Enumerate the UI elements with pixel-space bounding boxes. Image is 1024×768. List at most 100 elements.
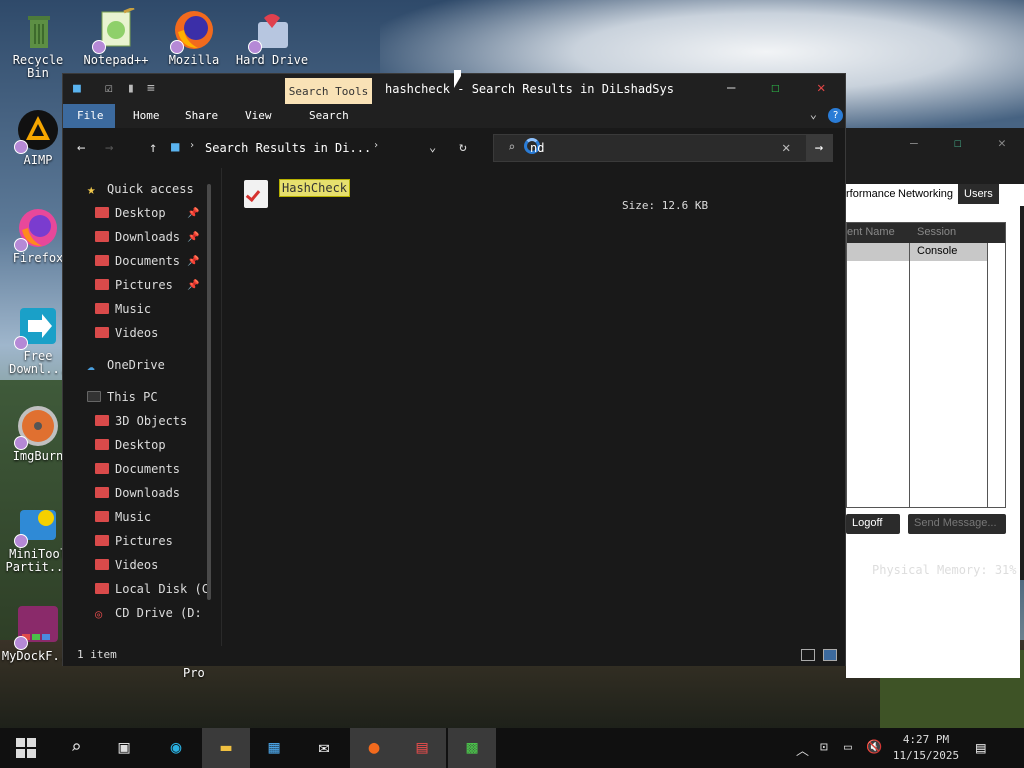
star-icon: ★ xyxy=(87,182,96,198)
tab-view[interactable]: View xyxy=(245,109,272,122)
cloud-icon: ☁ xyxy=(87,359,95,374)
task-manager-window[interactable]: — ☐ ✕ rformance Networking Users ent Nam… xyxy=(846,128,1024,678)
column-session[interactable]: Session xyxy=(917,226,956,238)
tab-performance[interactable]: rformance xyxy=(846,188,896,200)
desktop-icon-mozilla[interactable]: Mozilla xyxy=(156,8,232,67)
taskbar-clock[interactable]: 4:27 PM 11/15/2025 xyxy=(890,732,962,764)
search-tools-context-tab[interactable]: Search Tools xyxy=(285,78,372,104)
microsoft-store-icon[interactable]: ▦ xyxy=(250,728,298,768)
search-input[interactable]: ⌕ nd ✕ → xyxy=(493,134,833,162)
nav-item-downloads[interactable]: Downloads xyxy=(95,486,180,506)
volume-muted-icon[interactable]: 🔇 xyxy=(866,740,882,755)
minitool-partition-icon xyxy=(14,502,60,548)
file-explorer-taskbar-icon[interactable]: ▬ xyxy=(202,728,250,768)
large-icons-view-icon[interactable] xyxy=(823,649,837,661)
edge-browser-icon[interactable]: ◉ xyxy=(152,728,200,768)
new-folder-quick-icon[interactable]: ▮ xyxy=(127,81,135,96)
forward-arrow-icon[interactable]: → xyxy=(105,140,113,156)
desktop-icon-notepad-plus-plus[interactable]: Notepad++ xyxy=(78,6,154,67)
nav-item-pictures[interactable]: Pictures xyxy=(95,534,173,554)
nav-item-videos[interactable]: Videos xyxy=(95,558,158,578)
details-view-icon[interactable] xyxy=(801,649,815,661)
properties-quick-icon[interactable]: ☑ xyxy=(105,81,113,96)
start-button[interactable] xyxy=(2,728,50,768)
recent-locations-chevron-icon[interactable]: ⌄ xyxy=(429,140,436,154)
nav-item-this-pc[interactable]: This PC xyxy=(87,390,158,410)
nav-item-documents[interactable]: Documents xyxy=(95,462,180,482)
address-path[interactable]: Search Results in Di... xyxy=(205,141,371,155)
result-file-name[interactable]: HashCheck xyxy=(279,179,351,197)
column-client-name[interactable]: ent Name xyxy=(847,226,895,238)
search-go-arrow-icon[interactable]: → xyxy=(806,135,832,161)
mail-icon[interactable]: ✉ xyxy=(300,728,348,768)
minimize-icon[interactable]: — xyxy=(727,80,735,96)
task-view-icon[interactable]: ▣ xyxy=(100,728,148,768)
tab-file[interactable]: File xyxy=(63,104,115,128)
nav-item-3d-objects[interactable]: 3D Objects xyxy=(95,414,187,434)
back-arrow-icon[interactable]: ← xyxy=(77,140,85,156)
show-hidden-icons-chevron-icon[interactable]: ︿ xyxy=(796,740,809,759)
task-manager-taskbar-icon[interactable]: ▩ xyxy=(448,728,496,768)
physical-memory-status: Physical Memory: 31% xyxy=(872,563,1017,577)
desktop-icon-hard-drive[interactable]: Hard Drive xyxy=(234,8,310,67)
shortcut-arrow-icon xyxy=(14,140,28,154)
search-results-pane[interactable]: HashCheck Size: 12.6 KB xyxy=(221,168,845,646)
folder-icon xyxy=(95,439,109,450)
size-value: 12.6 KB xyxy=(661,199,709,212)
checkmark-icon xyxy=(245,186,261,203)
close-icon[interactable]: ✕ xyxy=(817,80,825,96)
nav-item-music[interactable]: Music xyxy=(95,510,151,530)
shortcut-arrow-icon xyxy=(14,534,28,548)
nav-item-pictures[interactable]: Pictures xyxy=(95,278,173,298)
navigation-pane: ★ Quick access Desktop 📌 Downloads 📌 Docu… xyxy=(63,168,213,646)
search-icon: ⌕ xyxy=(508,140,516,154)
nav-item-documents[interactable]: Documents xyxy=(95,254,180,274)
clear-search-icon[interactable]: ✕ xyxy=(782,140,790,156)
folder-icon xyxy=(95,279,109,290)
notifications-icon[interactable]: ▤ xyxy=(976,738,986,757)
search-icon[interactable]: ⌕ xyxy=(52,728,100,768)
help-icon[interactable]: ? xyxy=(828,108,843,123)
send-message-button[interactable]: Send Message... xyxy=(908,514,1006,534)
users-list[interactable]: ent Name Session Console xyxy=(846,222,1006,508)
customize-quick-access-icon[interactable]: ≡ xyxy=(147,81,155,96)
logoff-button[interactable]: Logoff xyxy=(846,514,900,534)
shortcut-arrow-icon xyxy=(92,40,106,54)
nav-item-local-disk[interactable]: Local Disk (C xyxy=(95,582,209,602)
nav-item-music[interactable]: Music xyxy=(95,302,151,322)
nav-item-desktop[interactable]: Desktop xyxy=(95,438,166,458)
expand-ribbon-icon[interactable]: ⌄ xyxy=(810,107,817,121)
tab-networking[interactable]: Networking xyxy=(898,188,953,200)
file-explorer-window[interactable]: ■ ☑ ▮ ≡ Search Tools hashcheck - Search … xyxy=(62,73,846,666)
firefox-taskbar-icon[interactable]: ● xyxy=(350,728,398,768)
nav-item-downloads[interactable]: Downloads xyxy=(95,230,180,250)
breadcrumb-chevron-icon[interactable]: › xyxy=(189,140,195,151)
nav-item-label: Downloads xyxy=(115,230,181,244)
nav-item-desktop[interactable]: Desktop xyxy=(95,206,166,226)
table-row[interactable]: Console xyxy=(847,243,987,261)
tab-share[interactable]: Share xyxy=(185,109,218,122)
desktop-icon-label[interactable]: Pro xyxy=(183,666,205,680)
maximize-icon[interactable]: ☐ xyxy=(771,80,779,96)
tab-search[interactable]: Search xyxy=(309,109,349,122)
maximize-icon[interactable]: ☐ xyxy=(954,136,962,151)
navigation-scrollbar[interactable] xyxy=(207,184,211,600)
desktop-icon-recycle-bin[interactable]: Recycle Bin xyxy=(0,8,76,80)
network-icon[interactable]: ▭ xyxy=(844,740,852,755)
nav-item-videos[interactable]: Videos xyxy=(95,326,158,346)
breadcrumb-chevron-icon[interactable]: › xyxy=(373,140,379,151)
hashcheck-taskbar-icon[interactable]: ▤ xyxy=(398,728,446,768)
nav-item-cd-drive[interactable]: ◎ CD Drive (D: xyxy=(95,606,202,626)
close-icon[interactable]: ✕ xyxy=(998,136,1006,151)
nav-item-onedrive[interactable]: ☁ OneDrive xyxy=(87,358,165,378)
up-arrow-icon[interactable]: ↑ xyxy=(149,140,157,156)
nav-item-quick-access[interactable]: ★ Quick access xyxy=(87,182,194,202)
refresh-icon[interactable]: ↻ xyxy=(459,140,467,155)
tab-users[interactable]: Users xyxy=(958,184,999,204)
search-query-text[interactable]: nd xyxy=(530,141,544,155)
minimize-icon[interactable]: — xyxy=(910,136,918,151)
task-manager-titlebar[interactable]: — ☐ ✕ xyxy=(846,128,1024,158)
nav-item-label: 3D Objects xyxy=(115,414,188,428)
meet-now-icon[interactable]: ⊡ xyxy=(820,740,828,755)
tab-home[interactable]: Home xyxy=(133,109,160,122)
